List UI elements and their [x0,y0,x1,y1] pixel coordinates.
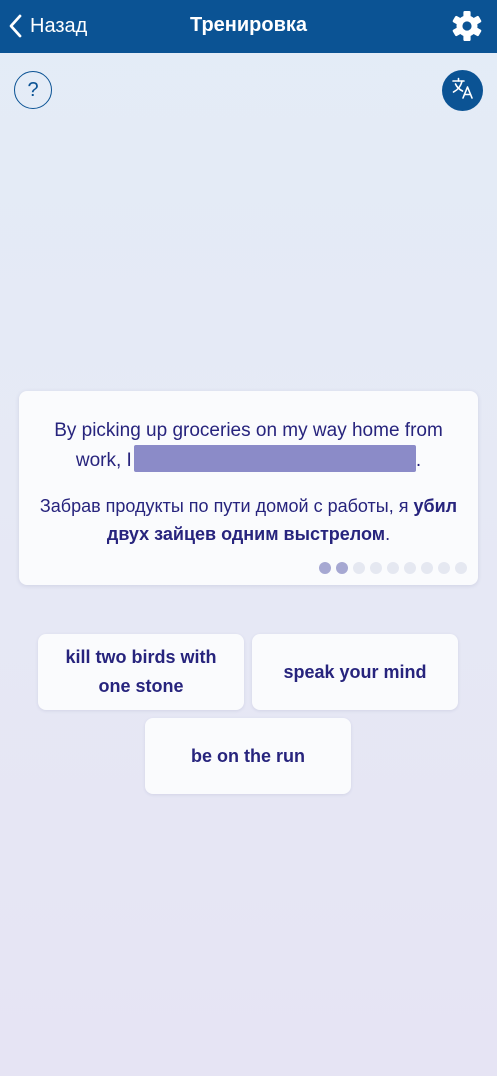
settings-button[interactable] [451,10,483,42]
option-button[interactable]: be on the run [145,718,351,794]
progress-dot [387,562,399,574]
sentence-english-end: . [415,450,422,471]
translate-button[interactable] [442,70,483,111]
progress-dot [370,562,382,574]
option-label: be on the run [191,745,305,766]
progress-dot-completed [319,562,331,574]
sentence-translation-end: . [385,524,391,544]
option-label: speak your mind [283,661,427,682]
sentence-english: By picking up groceries on my way home f… [37,417,460,475]
option-label: kill two birds with one stone [65,647,217,696]
progress-dot-completed [336,562,348,574]
progress-dot [455,562,467,574]
back-button[interactable]: Назад [8,10,87,42]
back-label: Назад [30,14,88,37]
gear-icon [451,11,483,46]
exercise-card: By picking up groceries on my way home f… [19,391,478,585]
help-button[interactable]: ? [14,71,52,109]
progress-dots [319,562,467,574]
progress-dot [353,562,365,574]
option-button[interactable]: kill two birds with one stone [38,634,244,710]
option-button[interactable]: speak your mind [252,634,458,710]
progress-dot [438,562,450,574]
translate-icon [451,76,475,105]
sentence-translation: Забрав продукты по пути домой с работы, … [37,492,460,548]
sentence-translation-text: Забрав продукты по пути домой с работы, … [39,496,409,516]
progress-dot [404,562,416,574]
top-bar: Назад Тренировка [0,0,497,53]
help-label: ? [27,78,39,101]
progress-dot [421,562,433,574]
answer-blank [133,445,416,472]
chevron-left-icon [8,13,24,39]
